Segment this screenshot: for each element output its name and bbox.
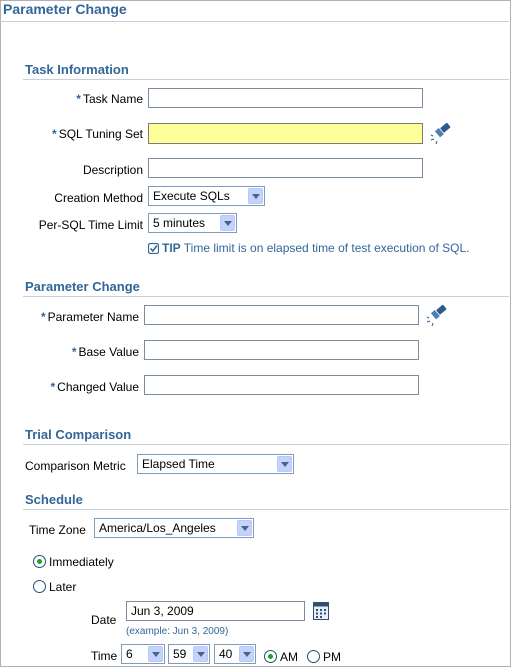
time-limit-select[interactable]: 5 minutes — [148, 213, 237, 233]
title-divider — [0, 21, 509, 22]
section-heading-parameter-change: Parameter Change — [25, 279, 140, 294]
required-marker: * — [76, 92, 81, 106]
time-zone-value: America/Los_Angeles — [99, 521, 216, 535]
section-heading-task-information: Task Information — [25, 62, 129, 77]
required-marker: * — [71, 345, 77, 359]
hour-value: 6 — [126, 647, 133, 661]
sql-tuning-set-input[interactable] — [148, 123, 423, 144]
second-value: 40 — [219, 647, 233, 661]
second-select[interactable]: 40 — [214, 644, 256, 664]
minute-select[interactable]: 59 — [168, 644, 210, 664]
sql-tuning-set-label-text: SQL Tuning Set — [58, 127, 143, 141]
description-input[interactable] — [148, 158, 423, 178]
comparison-metric-label: Comparison Metric — [25, 459, 126, 473]
time-label: Time — [91, 649, 118, 663]
time-limit-value: 5 minutes — [153, 216, 206, 230]
comparison-metric-value: Elapsed Time — [142, 457, 215, 471]
tip-check-icon — [148, 243, 159, 254]
parameter-name-input[interactable] — [144, 305, 419, 325]
pm-radio[interactable] — [307, 650, 320, 663]
changed-value-label-text: Changed Value — [57, 380, 139, 394]
task-name-label-text: Task Name — [82, 92, 143, 106]
immediately-radio[interactable] — [33, 555, 46, 568]
am-label: AM — [280, 650, 298, 664]
chevron-down-icon[interactable] — [277, 456, 292, 472]
section-divider — [23, 444, 509, 445]
chevron-down-icon[interactable] — [248, 188, 263, 204]
parameter-name-label: * Parameter Name — [41, 310, 139, 324]
section-heading-trial-comparison: Trial Comparison — [25, 427, 132, 442]
base-value-input[interactable] — [144, 340, 419, 360]
comparison-metric-select[interactable]: Elapsed Time — [137, 454, 294, 474]
description-label: Description — [82, 163, 143, 177]
parameter-name-label-text: Parameter Name — [47, 310, 139, 324]
required-marker: * — [50, 380, 56, 394]
required-marker: * — [40, 310, 46, 324]
date-input[interactable] — [126, 601, 305, 621]
chevron-down-icon[interactable] — [220, 215, 235, 231]
date-label: Date — [91, 613, 117, 627]
pm-label: PM — [323, 650, 341, 664]
search-flashlight-icon[interactable] — [430, 121, 454, 145]
immediately-label: Immediately — [49, 555, 114, 569]
base-value-label-text: Base Value — [78, 345, 140, 359]
section-heading-schedule: Schedule — [25, 492, 83, 507]
page-title: Parameter Change — [3, 1, 127, 17]
creation-method-value: Execute SQLs — [153, 189, 230, 203]
date-example-hint: (example: Jun 3, 2009) — [126, 626, 229, 637]
time-zone-label: Time Zone — [29, 523, 86, 537]
chevron-down-icon[interactable] — [237, 520, 252, 536]
later-radio[interactable] — [33, 580, 46, 593]
chevron-down-icon[interactable] — [193, 646, 208, 662]
section-divider — [23, 79, 509, 80]
later-label: Later — [49, 580, 77, 594]
time-zone-select[interactable]: America/Los_Angeles — [94, 518, 254, 538]
calendar-icon[interactable] — [313, 601, 329, 621]
chevron-down-icon[interactable] — [148, 646, 163, 662]
sql-tuning-set-label: * SQL Tuning Set — [52, 127, 143, 141]
chevron-down-icon[interactable] — [239, 646, 254, 662]
changed-value-input[interactable] — [144, 375, 419, 395]
task-name-label: * Task Name — [76, 92, 143, 106]
creation-method-select[interactable]: Execute SQLs — [148, 186, 265, 206]
section-divider — [23, 296, 509, 297]
tip-text: Time limit is on elapsed time of test ex… — [183, 241, 470, 255]
search-flashlight-icon[interactable] — [426, 303, 450, 327]
base-value-label: * Base Value — [72, 345, 139, 359]
required-marker: * — [52, 127, 57, 141]
creation-method-label: Creation Method — [54, 191, 143, 205]
hour-select[interactable]: 6 — [121, 644, 165, 664]
tip-message: TIP Time limit is on elapsed time of tes… — [148, 241, 469, 255]
section-divider — [23, 509, 509, 510]
am-radio[interactable] — [264, 650, 277, 663]
time-limit-label: Per-SQL Time Limit — [38, 218, 143, 232]
task-name-input[interactable] — [148, 88, 423, 108]
tip-prefix: TIP — [162, 241, 181, 255]
changed-value-label: * Changed Value — [50, 380, 139, 394]
minute-value: 59 — [173, 647, 187, 661]
